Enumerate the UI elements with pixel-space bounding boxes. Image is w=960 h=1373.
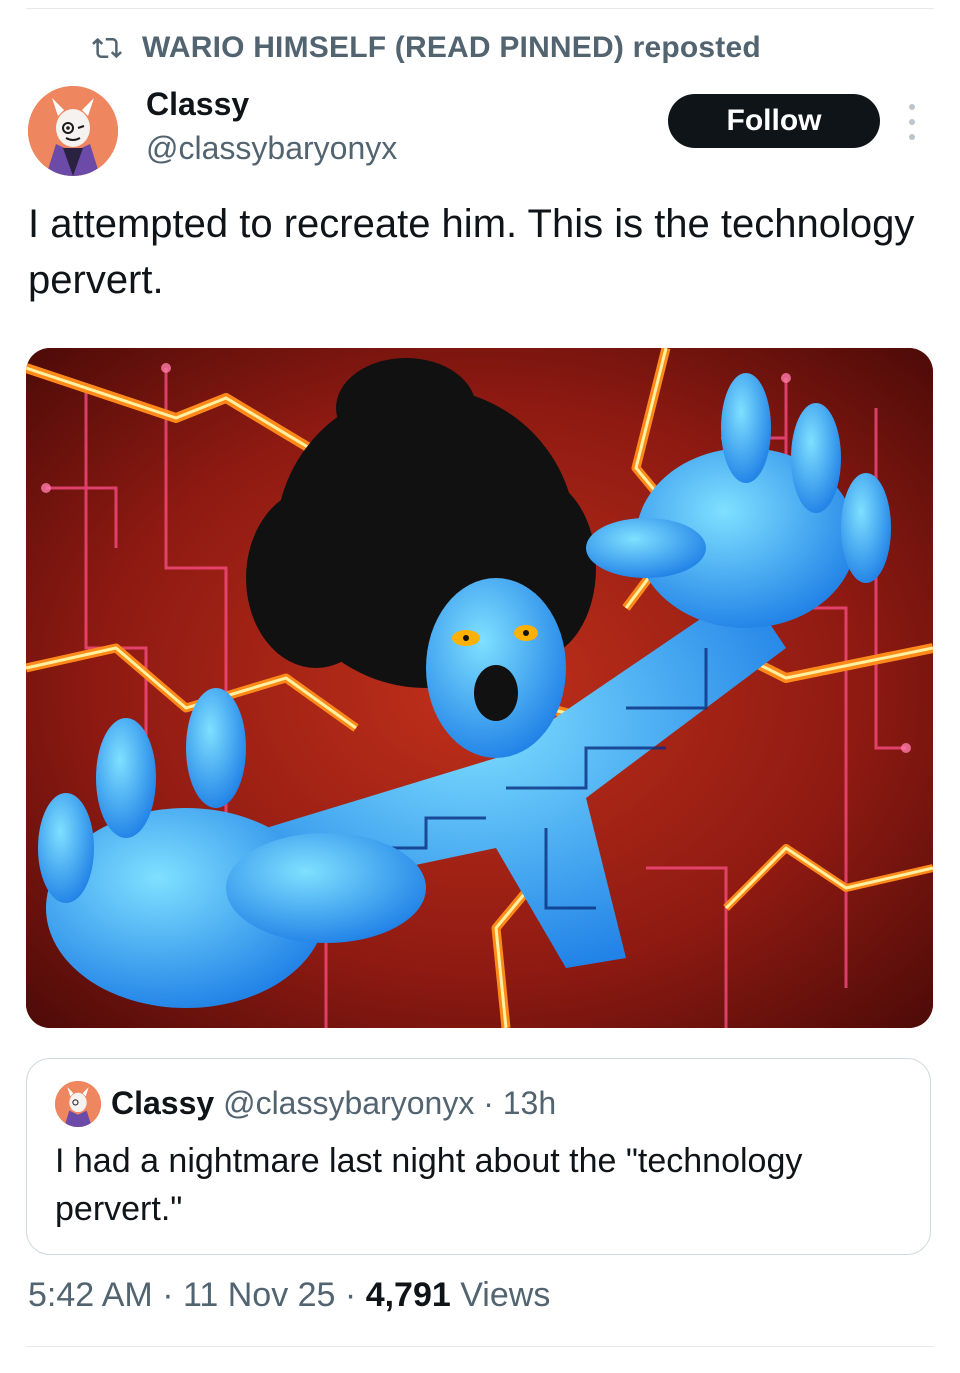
- post-image[interactable]: [26, 348, 933, 1028]
- quote-author-name[interactable]: Classy: [111, 1085, 214, 1121]
- post-date[interactable]: 11 Nov 25: [183, 1276, 335, 1314]
- follow-button[interactable]: Follow: [668, 94, 880, 148]
- post-text: I attempted to recreate him. This is the…: [28, 202, 915, 302]
- repost-label: WARIO HIMSELF (READ PINNED) reposted: [142, 31, 761, 64]
- post-meta: 5:42 AM · 11 Nov 25 · 4,791 Views: [28, 1276, 550, 1315]
- author-name[interactable]: Classy: [146, 86, 249, 123]
- quote-text: I had a nightmare last night about the "…: [55, 1142, 803, 1228]
- author-handle[interactable]: @classybaryonyx: [146, 130, 397, 167]
- repost-context[interactable]: WARIO HIMSELF (READ PINNED) reposted: [90, 30, 761, 66]
- more-vertical-icon[interactable]: [904, 104, 920, 140]
- quote-separator: ·: [483, 1085, 494, 1121]
- post-image-art: [26, 348, 933, 1028]
- post-time[interactable]: 5:42 AM: [28, 1276, 153, 1314]
- quote-timestamp[interactable]: 13h: [503, 1085, 556, 1121]
- views-count[interactable]: 4,791: [366, 1276, 451, 1314]
- bottom-divider: [26, 1346, 934, 1347]
- meta-separator: ·: [162, 1276, 174, 1314]
- quote-header: Classy @classybaryonyx · 13h: [111, 1085, 556, 1122]
- quoted-post[interactable]: Classy @classybaryonyx · 13h I had a nig…: [26, 1058, 931, 1255]
- repost-icon: [92, 37, 122, 59]
- quote-avatar[interactable]: [55, 1081, 101, 1127]
- top-divider: [26, 8, 934, 9]
- avatar-illustration: [28, 86, 118, 176]
- meta-separator: ·: [344, 1276, 357, 1314]
- views-label: Views: [460, 1276, 551, 1314]
- quote-avatar-illustration: [55, 1081, 101, 1127]
- quote-author-handle[interactable]: @classybaryonyx: [223, 1085, 474, 1121]
- avatar[interactable]: [28, 86, 118, 176]
